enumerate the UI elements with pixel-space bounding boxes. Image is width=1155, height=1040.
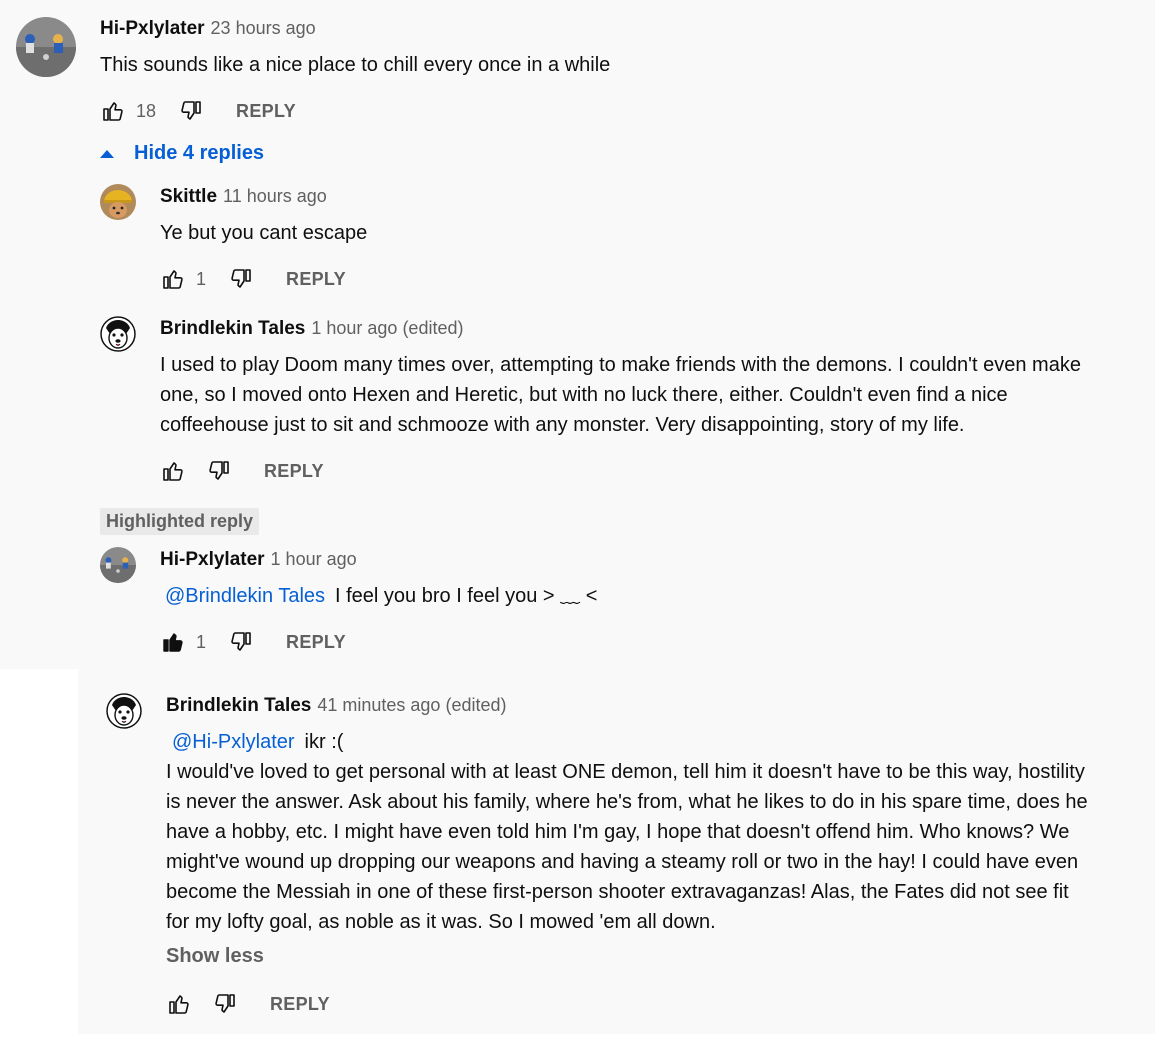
- comment-text-body: ikr :(: [304, 731, 344, 753]
- thumbs-down-icon[interactable]: [178, 98, 204, 124]
- comment-text-line: might've wound up dropping our weapons a…: [166, 851, 1079, 873]
- show-less-button[interactable]: Show less: [166, 945, 264, 968]
- avatar[interactable]: [16, 17, 76, 77]
- timestamp[interactable]: 1 hour ago: [271, 549, 357, 570]
- comment-text-line: for my lofty goal, as noble as it was. S…: [166, 911, 716, 933]
- like-count: 18: [136, 100, 157, 121]
- hide-replies-button[interactable]: Hide 4 replies: [100, 142, 264, 165]
- avatar[interactable]: [100, 547, 136, 583]
- comments-section: Hi-Pxlylater 23 hours ago This sounds li…: [0, 0, 1155, 1040]
- comment-header: Hi-Pxlylater 1 hour ago: [160, 549, 357, 571]
- edited-label: (edited): [445, 695, 507, 715]
- thumbs-up-icon[interactable]: [100, 98, 126, 124]
- comment-text-line: one, so I moved onto Hexen and Heretic, …: [160, 384, 1008, 406]
- thumbs-down-icon[interactable]: [228, 266, 254, 292]
- comment-actions: 18 REPLY: [100, 96, 296, 126]
- comment-actions: REPLY: [160, 456, 324, 486]
- comment-header: Brindlekin Tales 1 hour ago (edited): [160, 318, 463, 340]
- comment-text-body: I feel you bro I feel you > ﹏ <: [335, 585, 598, 607]
- timestamp[interactable]: 1 hour ago: [311, 318, 397, 339]
- edited-label: (edited): [402, 318, 464, 338]
- mention-link[interactable]: @Brindlekin Tales: [165, 585, 325, 607]
- comment-text-line: is never the answer. Ask about his famil…: [166, 791, 1088, 813]
- thumbs-down-icon[interactable]: [206, 458, 232, 484]
- mention-link[interactable]: @Hi-Pxlylater: [172, 731, 295, 753]
- comment-text-line: have a hobby, etc. I might have even tol…: [166, 821, 1070, 843]
- thumbs-up-icon[interactable]: [166, 991, 192, 1017]
- author-name[interactable]: Hi-Pxlylater: [100, 18, 205, 40]
- author-name[interactable]: Brindlekin Tales: [166, 695, 311, 717]
- avatar[interactable]: [100, 316, 136, 352]
- comment-header: Hi-Pxlylater 23 hours ago: [100, 18, 316, 40]
- comment-header: Brindlekin Tales 41 minutes ago (edited): [166, 695, 506, 717]
- thumbs-up-filled-icon[interactable]: [160, 629, 186, 655]
- dog-avatar-icon: [106, 693, 142, 729]
- comment-text: @Brindlekin Tales I feel you bro I feel y…: [165, 581, 597, 611]
- avatar[interactable]: [100, 184, 136, 220]
- comment-text-line: I would've loved to get personal with at…: [166, 761, 1085, 783]
- thumbs-up-icon[interactable]: [160, 458, 186, 484]
- comment-text-line: @Hi-Pxlylater ikr :(: [166, 727, 1141, 757]
- comment-text: This sounds like a nice place to chill e…: [100, 54, 611, 76]
- timestamp[interactable]: 11 hours ago: [223, 186, 327, 207]
- author-name[interactable]: Skittle: [160, 186, 217, 208]
- comment-header: Skittle 11 hours ago: [160, 186, 327, 208]
- thumbs-down-icon[interactable]: [212, 991, 238, 1017]
- reply-button[interactable]: REPLY: [236, 101, 296, 122]
- caret-up-icon: [100, 149, 114, 158]
- avatar[interactable]: [106, 693, 142, 729]
- hi-pxlylater-avatar-icon: [16, 17, 76, 77]
- comment-text: Ye but you cant escape: [160, 222, 368, 244]
- comment-actions: 1 REPLY: [160, 264, 346, 294]
- comment-text-line: I used to play Doom many times over, att…: [160, 354, 1081, 376]
- hi-pxlylater-avatar-icon: [100, 547, 136, 583]
- skittle-avatar-icon: [100, 184, 136, 220]
- dog-avatar-icon: [100, 316, 136, 352]
- comment-text-line: become the Messiah in one of these first…: [166, 881, 1069, 903]
- reply-button[interactable]: REPLY: [286, 269, 346, 290]
- like-count: 1: [196, 631, 207, 652]
- thumbs-down-icon[interactable]: [228, 629, 254, 655]
- highlighted-reply-badge: Highlighted reply: [100, 508, 260, 535]
- timestamp[interactable]: 23 hours ago: [211, 18, 316, 39]
- like-count: 1: [196, 268, 207, 289]
- hide-replies-label: Hide 4 replies: [134, 142, 265, 164]
- reply-button[interactable]: REPLY: [270, 994, 330, 1015]
- comment-text: @Hi-Pxlylater ikr :( I would've loved to …: [166, 727, 1141, 937]
- comment-text-line: coffeehouse just to sit and schmooze wit…: [160, 414, 965, 436]
- reply-button[interactable]: REPLY: [286, 632, 346, 653]
- comment-actions: REPLY: [166, 989, 330, 1019]
- comment-actions: 1 REPLY: [160, 627, 346, 657]
- comment-text: I used to play Doom many times over, att…: [160, 350, 1140, 440]
- author-name[interactable]: Brindlekin Tales: [160, 318, 305, 340]
- thumbs-up-icon[interactable]: [160, 266, 186, 292]
- timestamp[interactable]: 41 minutes ago: [317, 695, 440, 716]
- reply-button[interactable]: REPLY: [264, 461, 324, 482]
- author-name[interactable]: Hi-Pxlylater: [160, 549, 265, 571]
